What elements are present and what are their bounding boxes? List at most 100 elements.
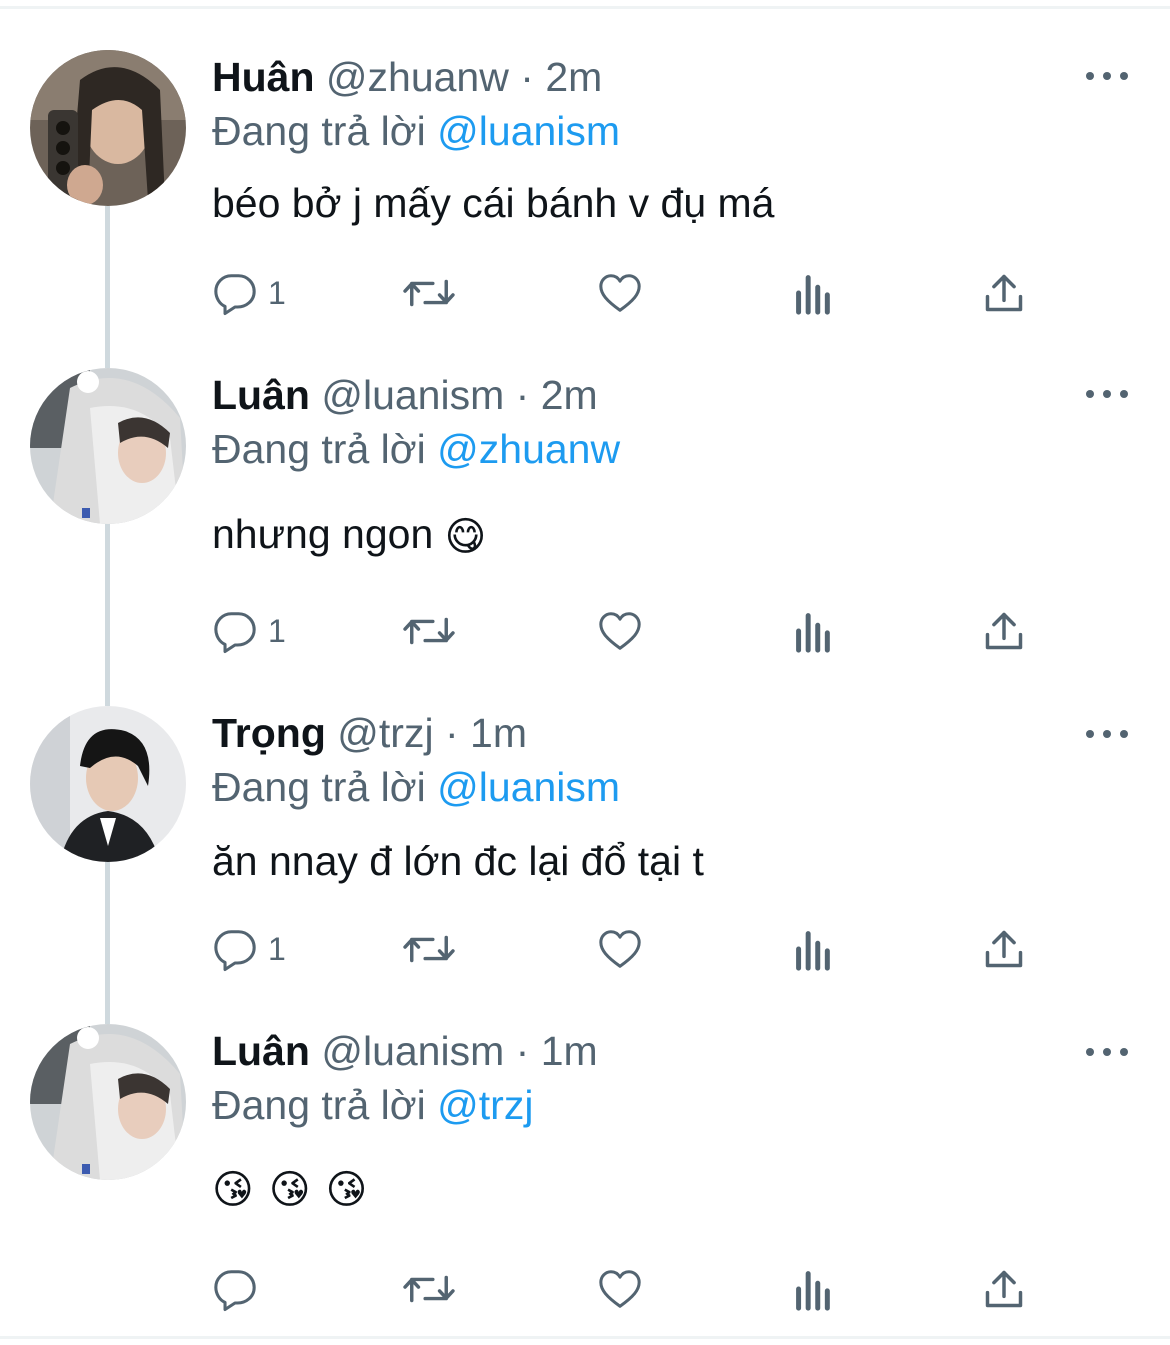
display-name[interactable]: Luân — [212, 372, 310, 418]
more-icon — [1103, 72, 1111, 80]
top-divider — [0, 6, 1170, 9]
tweet-content: Luân @luanism · 2m Đang trả lời @zhuanw … — [212, 368, 1112, 564]
heart-icon — [599, 1270, 641, 1308]
share-button[interactable] — [982, 1264, 1026, 1314]
views-button[interactable] — [792, 924, 832, 974]
like-button[interactable] — [596, 268, 644, 318]
reply-mention[interactable]: @trzj — [437, 1082, 533, 1128]
tweet[interactable]: Luân @luanism · 1m Đang trả lời @trzj 😘 … — [0, 1024, 1170, 1324]
more-button[interactable] — [1086, 1046, 1128, 1058]
share-icon — [985, 1270, 1023, 1308]
share-icon — [985, 930, 1023, 968]
tweet-text: 😘 😘 😘 — [212, 1160, 1112, 1217]
replying-to: Đang trả lời @trzj — [212, 1078, 1112, 1132]
username[interactable]: @zhuanw — [326, 54, 509, 100]
replying-to-label: Đang trả lời — [212, 426, 426, 472]
avatar[interactable] — [30, 706, 186, 862]
retweet-icon — [403, 935, 455, 963]
share-icon — [985, 274, 1023, 312]
tweet-header: Luân @luanism · 1m — [212, 1024, 1112, 1078]
replying-to-label: Đang trả lời — [212, 1082, 426, 1128]
tweet-text: béo bở j mấy cái bánh v đụ má — [212, 180, 775, 226]
username[interactable]: @trzj — [337, 710, 433, 756]
more-icon — [1120, 390, 1128, 398]
username[interactable]: @luanism — [321, 1028, 504, 1074]
share-button[interactable] — [982, 268, 1026, 318]
tweet-content: Luân @luanism · 1m Đang trả lời @trzj 😘 … — [212, 1024, 1112, 1217]
more-button[interactable] — [1086, 70, 1128, 82]
display-name[interactable]: Luân — [212, 1028, 310, 1074]
retweet-button[interactable] — [400, 268, 458, 318]
reply-count: 1 — [268, 931, 286, 967]
kiss-emoji: 😘 😘 😘 — [212, 1168, 370, 1213]
display-name[interactable]: Trọng — [212, 710, 326, 756]
avatar[interactable] — [30, 368, 186, 524]
views-button[interactable] — [792, 606, 832, 656]
separator-dot: · — [515, 1028, 530, 1074]
tweet-content: Huân @zhuanw · 2m Đang trả lời @luanism … — [212, 50, 1112, 230]
more-icon — [1103, 1048, 1111, 1056]
more-icon — [1103, 730, 1111, 738]
heart-icon — [599, 612, 641, 650]
replying-to: Đang trả lời @luanism — [212, 760, 1112, 814]
like-button[interactable] — [596, 606, 644, 656]
reply-button[interactable]: 1 — [212, 924, 286, 974]
more-button[interactable] — [1086, 728, 1128, 740]
action-bar: 1 — [212, 606, 1042, 656]
separator-dot: · — [444, 710, 459, 756]
timestamp[interactable]: 2m — [541, 372, 598, 418]
retweet-icon — [403, 279, 455, 307]
views-button[interactable] — [792, 1264, 832, 1314]
reply-icon — [214, 274, 256, 316]
like-button[interactable] — [596, 1264, 644, 1314]
timestamp[interactable]: 1m — [470, 710, 527, 756]
views-icon — [796, 275, 830, 315]
retweet-icon — [403, 617, 455, 645]
tweet-header: Huân @zhuanw · 2m — [212, 50, 1112, 104]
heart-icon — [599, 274, 641, 312]
more-icon — [1086, 390, 1094, 398]
like-button[interactable] — [596, 924, 644, 974]
reply-mention[interactable]: @zhuanw — [437, 426, 620, 472]
reply-mention[interactable]: @luanism — [437, 108, 620, 154]
reply-icon — [214, 1270, 256, 1312]
replying-to: Đang trả lời @luanism — [212, 104, 1112, 158]
reply-button[interactable] — [212, 1264, 268, 1314]
more-icon — [1103, 390, 1111, 398]
tweet-text: ăn nnay đ lớn đc lại đổ tại t — [212, 838, 704, 884]
bottom-divider — [0, 1336, 1170, 1339]
timestamp[interactable]: 2m — [545, 54, 602, 100]
reply-button[interactable]: 1 — [212, 606, 286, 656]
tweet[interactable]: Luân @luanism · 2m Đang trả lời @zhuanw … — [0, 368, 1170, 678]
tweet[interactable]: Huân @zhuanw · 2m Đang trả lời @luanism … — [0, 50, 1170, 340]
reply-button[interactable]: 1 — [212, 268, 286, 318]
share-button[interactable] — [982, 606, 1026, 656]
replying-to: Đang trả lời @zhuanw — [212, 422, 1112, 476]
views-button[interactable] — [792, 268, 832, 318]
views-icon — [796, 931, 830, 971]
display-name[interactable]: Huân — [212, 54, 315, 100]
action-bar — [212, 1264, 1042, 1314]
share-icon — [985, 612, 1023, 650]
avatar[interactable] — [30, 50, 186, 206]
reply-icon — [214, 930, 256, 972]
reply-count: 1 — [268, 275, 286, 311]
yum-emoji: 😋 — [444, 515, 487, 560]
timestamp[interactable]: 1m — [541, 1028, 598, 1074]
tweet-text: nhưng ngon 😋 — [212, 507, 1112, 564]
retweet-button[interactable] — [400, 1264, 458, 1314]
tweet[interactable]: Trọng @trzj · 1m Đang trả lời @luanism ă… — [0, 706, 1170, 996]
reply-mention[interactable]: @luanism — [437, 764, 620, 810]
views-icon — [796, 613, 830, 653]
more-button[interactable] — [1086, 388, 1128, 400]
action-bar: 1 — [212, 924, 1042, 974]
retweet-button[interactable] — [400, 924, 458, 974]
more-icon — [1120, 730, 1128, 738]
share-button[interactable] — [982, 924, 1026, 974]
tweet-text-body: nhưng ngon — [212, 511, 434, 557]
username[interactable]: @luanism — [321, 372, 504, 418]
replying-to-label: Đang trả lời — [212, 108, 426, 154]
retweet-icon — [403, 1275, 455, 1303]
avatar[interactable] — [30, 1024, 186, 1180]
retweet-button[interactable] — [400, 606, 458, 656]
